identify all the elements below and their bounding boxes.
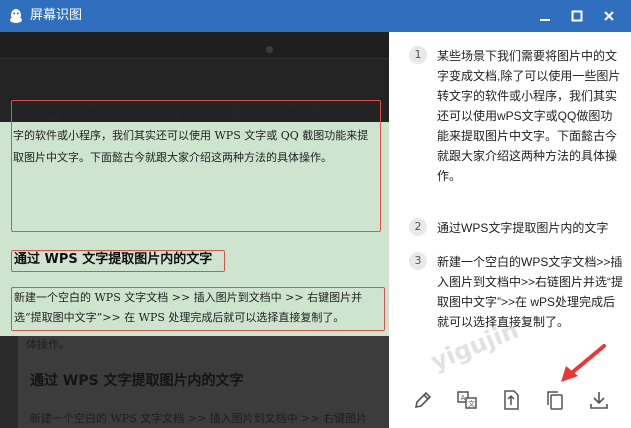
minimize-button[interactable]: [534, 6, 556, 26]
download-button[interactable]: [587, 388, 611, 412]
result-text: 新建一个空白的WPS文字文档>>插入图片到文档中>>右链图片并选“提取图中文字”…: [437, 255, 624, 329]
dimmed-text-line: 体操作。: [26, 338, 70, 351]
dimmed-document: 体操作。 通过 WPS 文字提取图片内的文字 新建一个空白的 WPS 文字文档 …: [18, 336, 389, 428]
image-heading: 通过 WPS 文字提取图片内的文字: [14, 252, 213, 267]
download-icon: [590, 392, 608, 409]
image-paragraph-1: 某些场景下我们需要将图片中的文字变成文档，除了可以使用一些图片转文字的软件或小程…: [13, 107, 376, 164]
result-text: 某些场景下我们需要将图片中的文字变成文档,除了可以使用一些图片转文字的软件或小程…: [437, 49, 621, 183]
close-button[interactable]: [598, 6, 620, 26]
minimize-icon: [540, 19, 550, 21]
svg-text:A: A: [461, 394, 466, 402]
result-number: 3: [409, 252, 427, 270]
export-button[interactable]: [499, 388, 523, 412]
title-bar: 屏幕识图: [0, 0, 631, 32]
close-icon: [604, 11, 614, 21]
edit-button[interactable]: [411, 388, 435, 412]
bottom-toolbar: A 文: [389, 380, 631, 420]
pointer-arrow-icon: [561, 344, 606, 382]
translate-icon: A 文: [457, 391, 477, 409]
image-dot: [266, 46, 273, 53]
export-icon: [504, 390, 519, 410]
translate-button[interactable]: A 文: [455, 388, 479, 412]
svg-text:文: 文: [468, 399, 475, 408]
result-number: 1: [409, 46, 427, 64]
maximize-icon: [571, 10, 583, 22]
result-text: 通过WPS文字提取图片内的文字: [437, 221, 609, 235]
edit-icon: [414, 391, 432, 409]
maximize-button[interactable]: [566, 6, 588, 26]
window-title: 屏幕识图: [30, 8, 83, 23]
copy-button[interactable]: [543, 388, 567, 412]
image-background-strip: [0, 32, 389, 58]
dimmed-heading: 通过 WPS 文字提取图片内的文字: [30, 373, 244, 389]
result-number: 2: [409, 218, 427, 236]
screen-ocr-window: 屏幕识图 体操作。 通过 WPS 文字提取图片内的文字 新建一个空白的 WPS …: [0, 0, 631, 428]
qq-penguin-icon: [10, 9, 22, 23]
dimmed-text-line: 新建一个空白的 WPS 文字文档 >> 插入图片到文档中 >> 右键图片: [30, 412, 368, 425]
copy-icon: [547, 391, 563, 410]
image-paragraph-2: 新建一个空白的 WPS 文字文档 >> 插入图片到文档中 >> 右键图片并选“提…: [14, 291, 363, 324]
